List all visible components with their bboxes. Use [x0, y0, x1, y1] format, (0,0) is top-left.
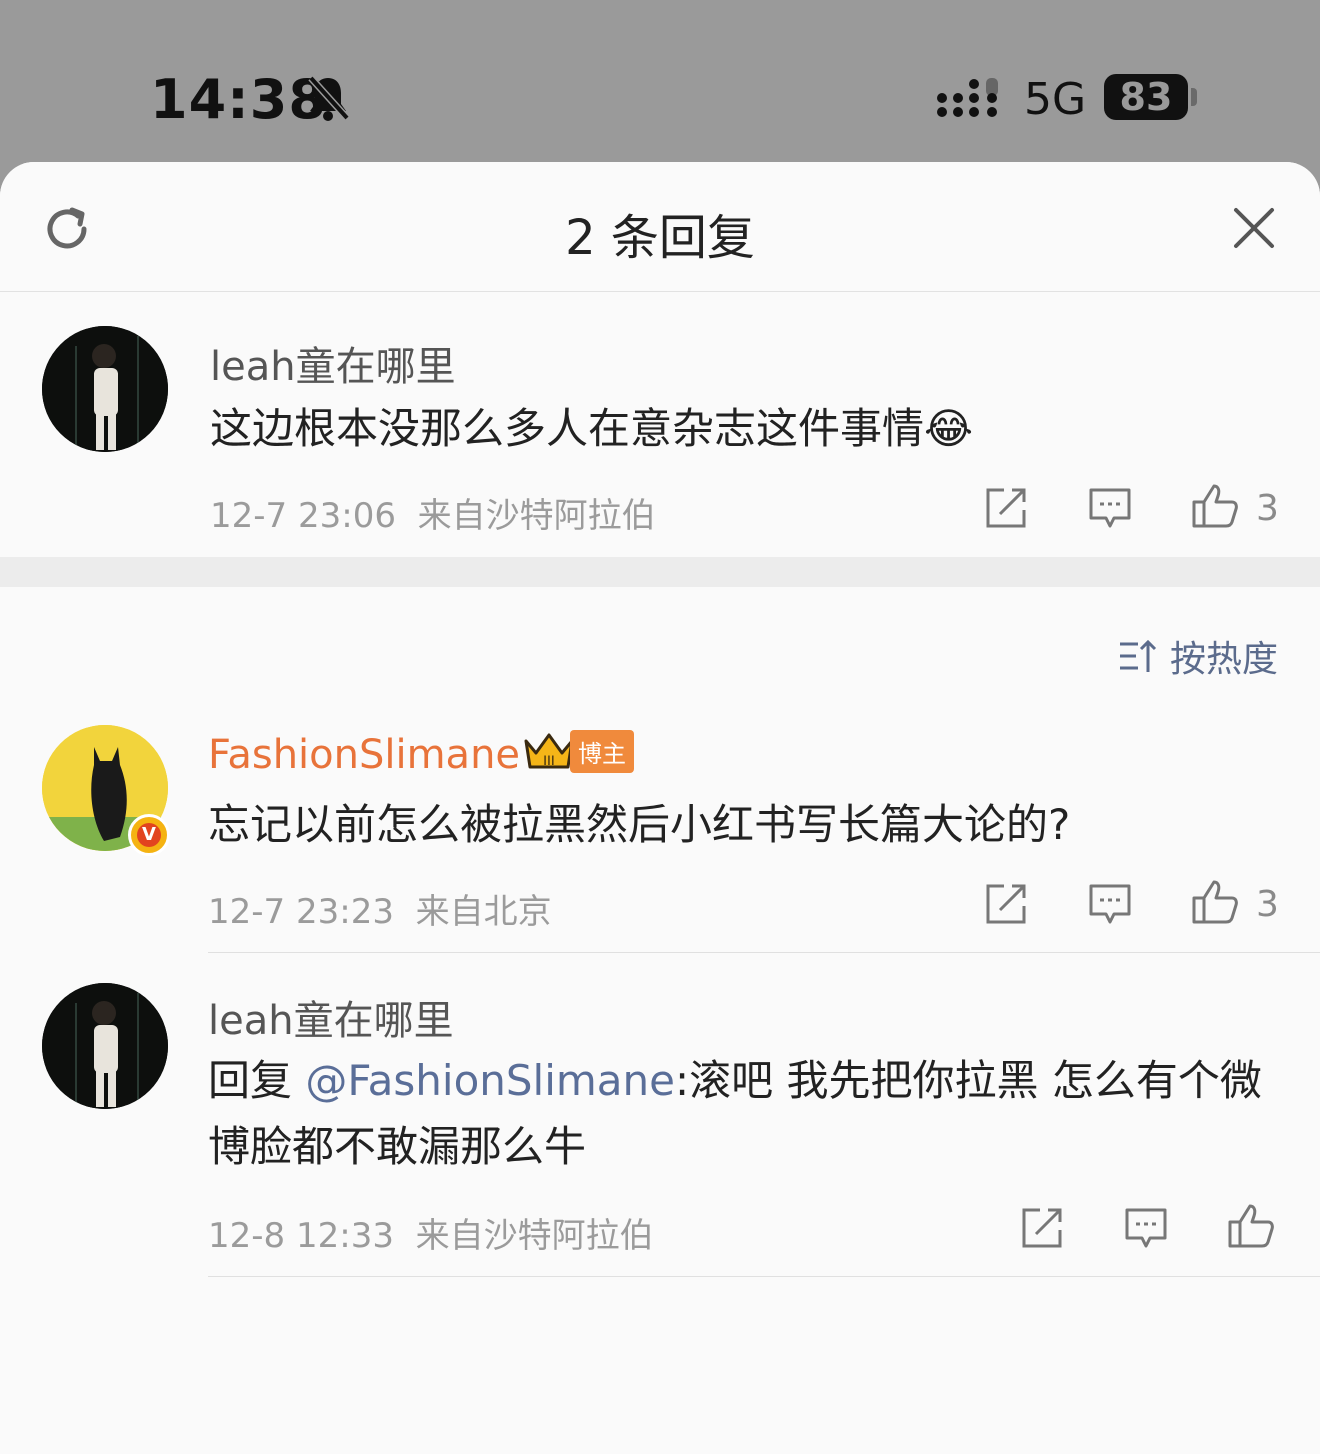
verified-badge: V [128, 814, 170, 856]
sort-icon [1120, 639, 1157, 672]
blogger-badge: III 博主 [522, 730, 634, 773]
comment-icon[interactable] [1088, 882, 1132, 926]
network-type: 5G [1024, 74, 1087, 125]
blogger-badge-label: 博主 [570, 730, 634, 773]
reply-time: 12-7 23:23 [208, 892, 394, 932]
share-icon[interactable] [984, 882, 1028, 926]
avatar[interactable] [42, 983, 168, 1109]
close-icon[interactable] [1232, 206, 1276, 250]
comment-author[interactable]: leah童在哪里 [210, 334, 456, 392]
crown-icon: III [524, 733, 574, 768]
divider [208, 1276, 1320, 1277]
mention-link[interactable]: @FashionSlimane [305, 1056, 675, 1105]
sort-label: 按热度 [1170, 639, 1279, 680]
reply-meta: 12-8 12:33 来自沙特阿拉伯 [208, 1208, 654, 1257]
comment-meta: 12-7 23:06 来自沙特阿拉伯 [210, 488, 656, 537]
comment-icon[interactable] [1088, 486, 1132, 530]
avatar-image [42, 983, 168, 1109]
battery-tip [1191, 88, 1197, 106]
reply-location: 来自北京 [415, 892, 552, 932]
bell-muted-icon [308, 75, 350, 121]
avatar-image [42, 326, 168, 452]
avatar[interactable] [42, 326, 168, 452]
like-icon[interactable] [1190, 482, 1240, 530]
cellular-signal-icon [937, 78, 998, 117]
reply-body-line1: :滚吧 我先把你拉黑 怎么有个微 [675, 1056, 1262, 1105]
comment-time: 12-7 23:06 [210, 496, 396, 536]
comment-text: 这边根本没那么多人在意杂志这件事情😂 [210, 396, 973, 462]
reply-author[interactable]: FashionSlimane [208, 732, 520, 778]
reply-author[interactable]: leah童在哪里 [208, 988, 454, 1046]
comment-location: 来自沙特阿拉伯 [417, 496, 656, 536]
like-icon[interactable] [1226, 1202, 1276, 1250]
like-icon[interactable] [1190, 878, 1240, 926]
like-count: 3 [1256, 488, 1279, 529]
sheet-title: 2 条回复 [565, 210, 755, 266]
reply-text-line2: 博脸都不敢漏那么牛 [208, 1122, 587, 1171]
like-count: 3 [1256, 884, 1279, 925]
divider [208, 952, 1320, 953]
share-icon[interactable] [984, 486, 1028, 530]
comment-body: 这边根本没那么多人在意杂志这件事情 [210, 404, 925, 453]
reply-location: 来自沙特阿拉伯 [415, 1216, 654, 1256]
status-time: 14:38 [150, 68, 327, 131]
reply-text: 忘记以前怎么被拉黑然后小红书写长篇大论的? [208, 800, 1071, 849]
replies-sheet: 2 条回复 leah童在哪里 这边根本没那么多人在意杂志这件事情😂 12-7 2… [0, 162, 1320, 1454]
comment-icon[interactable] [1124, 1206, 1168, 1250]
reply-text-line1: 回复 @FashionSlimane:滚吧 我先把你拉黑 怎么有个微 [208, 1048, 1262, 1114]
share-icon[interactable] [1020, 1206, 1064, 1250]
reply-prefix: 回复 [208, 1056, 306, 1105]
status-bar: 14:38 5G 83 [0, 0, 1320, 162]
sheet-header: 2 条回复 [0, 162, 1320, 292]
laughing-emoji-icon: 😂 [924, 404, 974, 453]
sort-button[interactable]: 按热度 [1118, 630, 1278, 682]
battery-indicator: 83 [1104, 74, 1188, 120]
crown-level: III [543, 752, 555, 768]
reply-meta: 12-7 23:23 来自北京 [208, 884, 552, 933]
section-separator [0, 557, 1320, 587]
reply-time: 12-8 12:33 [208, 1216, 394, 1256]
